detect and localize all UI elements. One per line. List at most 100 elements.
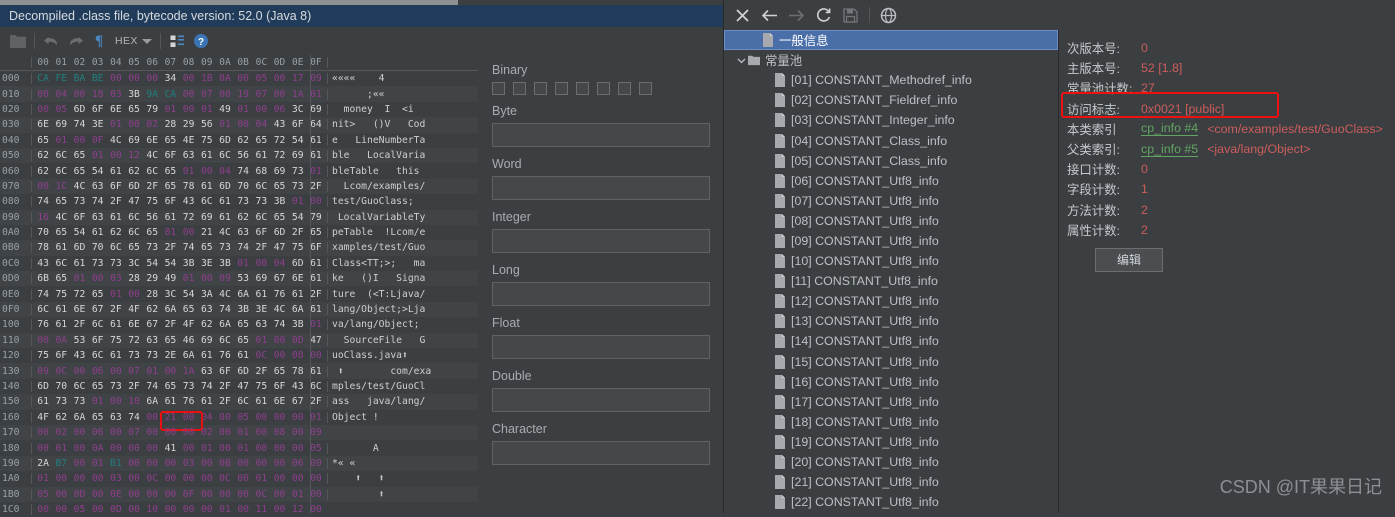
hex-byte[interactable]: 00 (107, 73, 125, 84)
hex-byte[interactable]: 72 (270, 150, 288, 161)
hex-byte[interactable]: 61 (107, 166, 125, 177)
hex-byte[interactable]: 07 (252, 89, 270, 100)
hex-byte[interactable]: 6D (34, 381, 52, 392)
tree-item-row[interactable]: 一般信息 (724, 30, 1058, 51)
hex-byte[interactable]: 78 (289, 366, 307, 377)
hex-byte[interactable]: 49 (216, 104, 234, 115)
hex-byte[interactable]: 72 (180, 212, 198, 223)
hex-byte[interactable]: 6E (143, 135, 161, 146)
hex-byte[interactable]: 2F (143, 181, 161, 192)
hex-byte[interactable]: 00 (198, 504, 216, 515)
hex-byte[interactable]: 65 (270, 366, 288, 377)
hex-byte[interactable]: 17 (289, 73, 307, 84)
inspector-field-input[interactable] (492, 441, 710, 465)
hex-byte[interactable]: 61 (52, 319, 70, 330)
hex-byte[interactable]: 63 (107, 412, 125, 423)
hex-byte[interactable]: 12 (125, 150, 143, 161)
hex-byte[interactable]: 65 (89, 381, 107, 392)
hex-byte[interactable]: 6A (289, 304, 307, 315)
hex-byte[interactable]: 74 (34, 196, 52, 207)
hex-byte[interactable]: 75 (34, 350, 52, 361)
hex-byte[interactable]: 0D (107, 504, 125, 515)
save-icon[interactable] (838, 3, 863, 28)
hex-byte[interactable]: 00 (161, 473, 179, 484)
hex-byte[interactable]: 53 (234, 273, 252, 284)
hex-byte[interactable]: 00 (198, 489, 216, 500)
hex-byte[interactable]: 2F (252, 242, 270, 253)
hex-byte[interactable]: 73 (89, 258, 107, 269)
hex-byte[interactable]: 62 (143, 304, 161, 315)
hex-byte[interactable]: 00 (270, 350, 288, 361)
hex-bytes[interactable]: 00 1C 4C 63 6F 6D 2F 65 78 61 6D 70 6C 65 73 2F (31, 180, 327, 192)
hex-byte[interactable]: 54 (289, 135, 307, 146)
hex-byte[interactable]: 01 (234, 258, 252, 269)
hex-byte[interactable]: 2F (161, 319, 179, 330)
hex-byte[interactable]: 6D (216, 135, 234, 146)
hex-byte[interactable]: 04 (252, 119, 270, 130)
hex-byte[interactable]: 00 (198, 473, 216, 484)
hex-byte[interactable]: 00 (70, 366, 88, 377)
hex-byte[interactable]: 73 (143, 350, 161, 361)
tree-item-row[interactable]: [20] CONSTANT_Utf8_info (724, 452, 1058, 472)
hex-byte[interactable]: 74 (234, 242, 252, 253)
hex-byte[interactable]: 67 (89, 304, 107, 315)
hex-byte[interactable]: 00 (89, 489, 107, 500)
hex-byte[interactable]: 6A (143, 396, 161, 407)
hex-byte[interactable]: 0A (89, 443, 107, 454)
hex-byte[interactable]: 01 (34, 473, 52, 484)
hex-byte[interactable]: 00 (234, 119, 252, 130)
hex-byte[interactable]: 69 (52, 119, 70, 130)
hex-byte[interactable]: 6C (34, 304, 52, 315)
hex-byte[interactable]: 3C (125, 258, 143, 269)
hex-byte[interactable]: 03 (180, 458, 198, 469)
hex-byte[interactable]: 00 (289, 412, 307, 423)
hex-byte[interactable]: 75 (52, 289, 70, 300)
hex-byte[interactable]: 6F (107, 181, 125, 192)
hex-byte[interactable]: 68 (252, 166, 270, 177)
inspector-field-input[interactable] (492, 229, 710, 253)
hex-byte[interactable]: 21 (198, 227, 216, 238)
hex-byte[interactable]: 6F (289, 119, 307, 130)
hex-row[interactable]: 0D0 6B 65 01 00 03 28 29 49 01 00 09 53 69 67 6E 61 ke ()… (0, 271, 478, 287)
tree-item-row[interactable]: [01] CONSTANT_Methodref_info (724, 70, 1058, 90)
binary-bit-checkbox[interactable] (597, 82, 610, 95)
hex-bytes[interactable]: 78 61 6D 70 6C 65 73 2F 74 65 73 74 2F 47 75 6F (31, 242, 327, 254)
hex-byte[interactable]: 75 (107, 335, 125, 346)
hex-byte[interactable]: 6A (234, 289, 252, 300)
back-icon[interactable] (757, 3, 782, 28)
hex-byte[interactable]: 61 (198, 350, 216, 361)
hex-byte[interactable]: 00 (70, 427, 88, 438)
hex-byte[interactable]: 4C (216, 227, 234, 238)
hex-byte[interactable]: 00 (143, 73, 161, 84)
hex-byte[interactable]: 67 (270, 273, 288, 284)
hex-byte[interactable]: 07 (125, 366, 143, 377)
hex-byte[interactable]: 3B (180, 258, 198, 269)
hex-byte[interactable]: 00 (216, 412, 234, 423)
hex-byte[interactable]: 29 (180, 119, 198, 130)
hex-byte[interactable]: 00 (161, 427, 179, 438)
hex-byte[interactable]: 00 (89, 473, 107, 484)
hex-byte[interactable]: 61 (52, 242, 70, 253)
hex-row[interactable]: 040 65 01 00 0F 4C 69 6E 65 4E 75 6D 62 65 72 54 61 e Lin… (0, 133, 478, 148)
hex-byte[interactable]: 62 (198, 319, 216, 330)
hex-byte[interactable]: 6F (70, 212, 88, 223)
hex-byte[interactable]: 00 (107, 366, 125, 377)
hex-byte[interactable]: 6C (216, 150, 234, 161)
hex-bytes[interactable]: 76 61 2F 6C 61 6E 67 2F 4F 62 6A 65 63 74 3B 01 (31, 319, 327, 331)
hex-byte[interactable]: 63 (89, 212, 107, 223)
hex-byte[interactable]: 00 (234, 504, 252, 515)
hex-byte[interactable]: 69 (289, 150, 307, 161)
hex-byte[interactable]: 02 (198, 427, 216, 438)
hex-byte[interactable]: 00 (252, 258, 270, 269)
hex-byte[interactable]: 00 (143, 489, 161, 500)
hex-byte[interactable]: 00 (70, 135, 88, 146)
hex-byte[interactable]: 1C (52, 181, 70, 192)
hex-byte[interactable]: 47 (125, 196, 143, 207)
hex-byte[interactable]: 06 (89, 366, 107, 377)
hex-byte[interactable]: 62 (52, 412, 70, 423)
hex-byte[interactable]: 76 (216, 350, 234, 361)
hex-byte[interactable]: 00 (234, 473, 252, 484)
hex-byte[interactable]: 65 (161, 166, 179, 177)
hex-byte[interactable]: 00 (70, 89, 88, 100)
hex-row[interactable]: 010 00 04 00 18 03 3B 9A CA 00 07 00 19 07 00 1A 01 ;«« (0, 86, 478, 102)
